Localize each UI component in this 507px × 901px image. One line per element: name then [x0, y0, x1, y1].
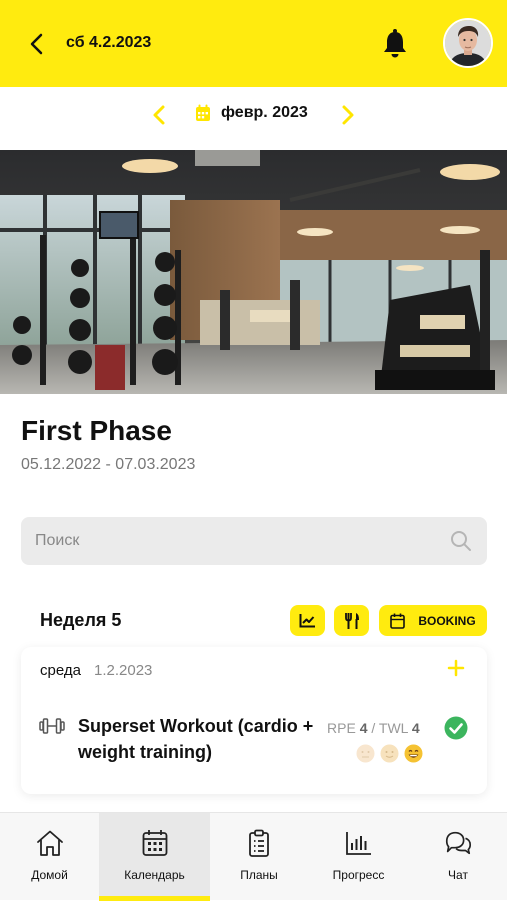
score-separator: /: [371, 720, 376, 736]
rpe-value: 4: [359, 720, 368, 736]
bar-chart-icon: [345, 832, 371, 855]
back-button[interactable]: [22, 30, 50, 58]
add-workout-button[interactable]: [445, 657, 467, 679]
week-title: Неделя 5: [40, 610, 122, 630]
bell-icon: [384, 29, 406, 58]
chevron-left-icon: [30, 33, 43, 55]
active-tab-indicator: [99, 896, 210, 901]
clipboard-icon: [249, 829, 269, 857]
rpe-twl-score: RPE 4 / TWL 4: [327, 720, 420, 736]
nutrition-button[interactable]: [334, 605, 369, 636]
progress-chart-button[interactable]: [290, 605, 325, 636]
phase-date-range: 05.12.2022 - 07.03.2023: [21, 456, 196, 473]
twl-label: TWL: [378, 720, 408, 736]
nav-label-home: Домой: [31, 868, 68, 882]
face-neutral-icon: [356, 744, 375, 763]
calendar-icon: [390, 613, 406, 629]
day-name: среда: [40, 662, 81, 679]
user-photo: [445, 20, 491, 66]
booking-label: BOOKING: [418, 613, 476, 628]
search-input[interactable]: [21, 517, 441, 565]
chat-icon: [445, 831, 472, 855]
previous-month-button[interactable]: [148, 101, 170, 129]
home-icon: [36, 830, 63, 856]
day-card: среда 1.2.2023 Superset Workout (cardio …: [21, 647, 487, 794]
avatar[interactable]: [443, 18, 493, 68]
booking-button[interactable]: BOOKING: [379, 605, 487, 636]
notifications-button[interactable]: [380, 28, 410, 60]
rpe-label: RPE: [327, 720, 356, 736]
current-month-label: февр. 2023: [221, 104, 308, 121]
nav-item-chat[interactable]: Чат: [409, 813, 507, 901]
nav-item-plans[interactable]: Планы: [210, 813, 308, 901]
nav-item-home[interactable]: Домой: [0, 813, 99, 901]
bottom-navigation: Домой Календарь Планы Прогресс Чат: [0, 812, 507, 901]
phase-title: First Phase: [21, 415, 172, 446]
nav-item-progress[interactable]: Прогресс: [308, 813, 409, 901]
face-grin-icon: [404, 744, 423, 763]
completed-check-icon[interactable]: [444, 716, 468, 740]
next-month-button[interactable]: [337, 101, 359, 129]
line-chart-icon: [299, 614, 315, 628]
app-header: сб 4.2.2023: [0, 0, 507, 87]
calendar-icon: [142, 830, 167, 856]
calendar-icon: [196, 104, 210, 121]
day-date: 1.2.2023: [94, 662, 153, 679]
gym-hero-image: [0, 150, 507, 394]
workout-title[interactable]: Superset Workout (cardio + weight traini…: [78, 713, 323, 765]
fork-knife-icon: [344, 612, 359, 629]
face-smile-icon: [380, 744, 399, 763]
nav-label-plans: Планы: [240, 868, 278, 882]
nav-label-calendar: Календарь: [124, 868, 185, 882]
dumbbell-icon: [39, 718, 65, 734]
chevron-left-icon: [153, 105, 165, 125]
header-date: сб 4.2.2023: [66, 34, 152, 51]
nav-item-calendar[interactable]: Календарь: [99, 813, 210, 901]
chevron-right-icon: [342, 105, 354, 125]
nav-label-progress: Прогресс: [332, 868, 385, 882]
search-bar: [21, 517, 487, 565]
nav-label-chat: Чат: [448, 868, 468, 882]
search-icon[interactable]: [449, 529, 473, 553]
twl-value: 4: [411, 720, 420, 736]
